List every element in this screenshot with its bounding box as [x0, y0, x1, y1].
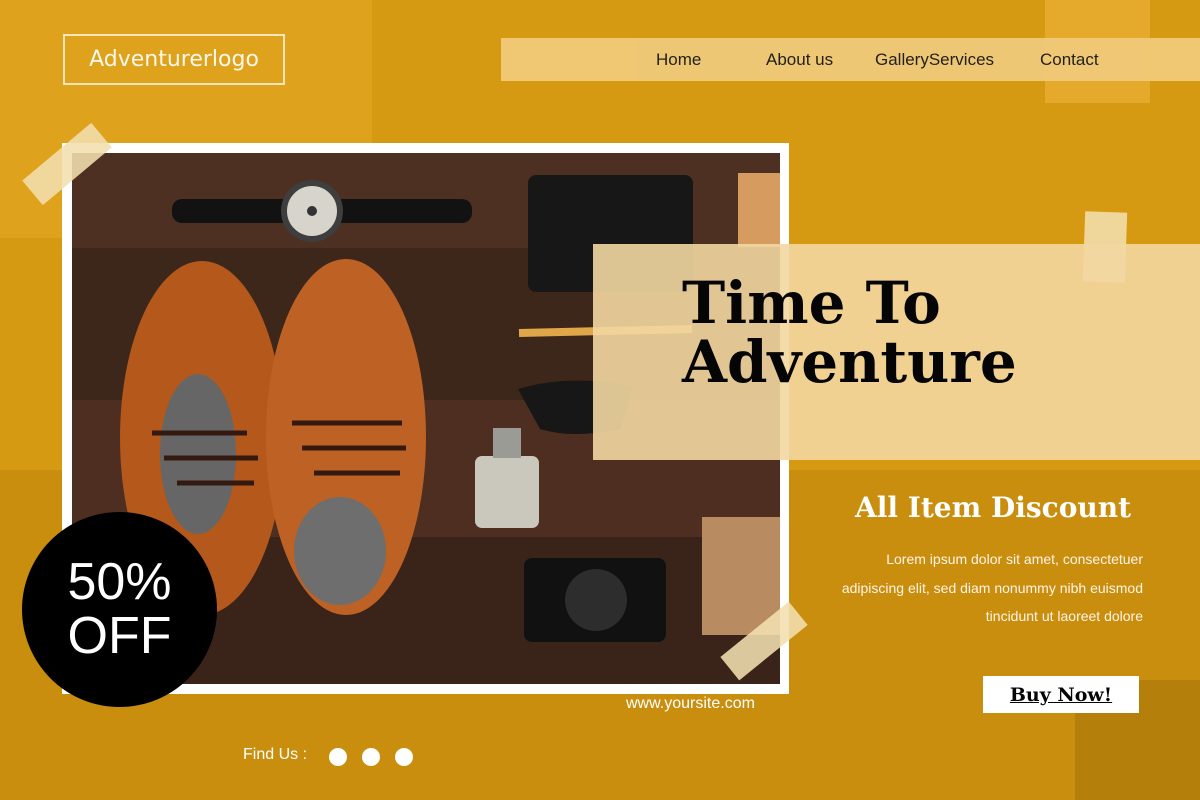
main-navigation: Home About us GalleryServices Contact: [501, 38, 1200, 81]
discount-badge: 50% OFF: [22, 512, 217, 707]
buy-now-button[interactable]: Buy Now!: [983, 676, 1139, 713]
hero-description: Lorem ipsum dolor sit amet, consectetuer…: [841, 551, 1143, 624]
hero-title-line-1: Time To: [682, 269, 941, 337]
social-dot-1-icon[interactable]: [329, 748, 347, 766]
nav-link-contact[interactable]: Contact: [1040, 50, 1099, 70]
hero-title: Time To Adventure: [682, 269, 1017, 397]
nav-link-about-us[interactable]: About us: [766, 50, 833, 70]
hero-title-line-2: Adventure: [682, 328, 1017, 397]
discount-heading: All Item Discount: [855, 491, 1132, 524]
find-us-label: Find Us :: [243, 746, 308, 763]
nav-link-home[interactable]: Home: [656, 50, 701, 70]
logo-text: Adventurerlogo: [89, 47, 259, 72]
website-url[interactable]: www.yoursite.com: [626, 695, 755, 713]
notebook-icon: [738, 173, 780, 247]
social-dot-3-icon[interactable]: [395, 748, 413, 766]
discount-percent: 50%: [67, 553, 172, 612]
site-logo[interactable]: Adventurerlogo: [63, 34, 285, 85]
social-dot-2-icon[interactable]: [362, 748, 380, 766]
perfume-icon: [475, 456, 539, 528]
discount-off-label: OFF: [67, 606, 172, 665]
nav-link-gallery-services[interactable]: GalleryServices: [875, 50, 994, 70]
